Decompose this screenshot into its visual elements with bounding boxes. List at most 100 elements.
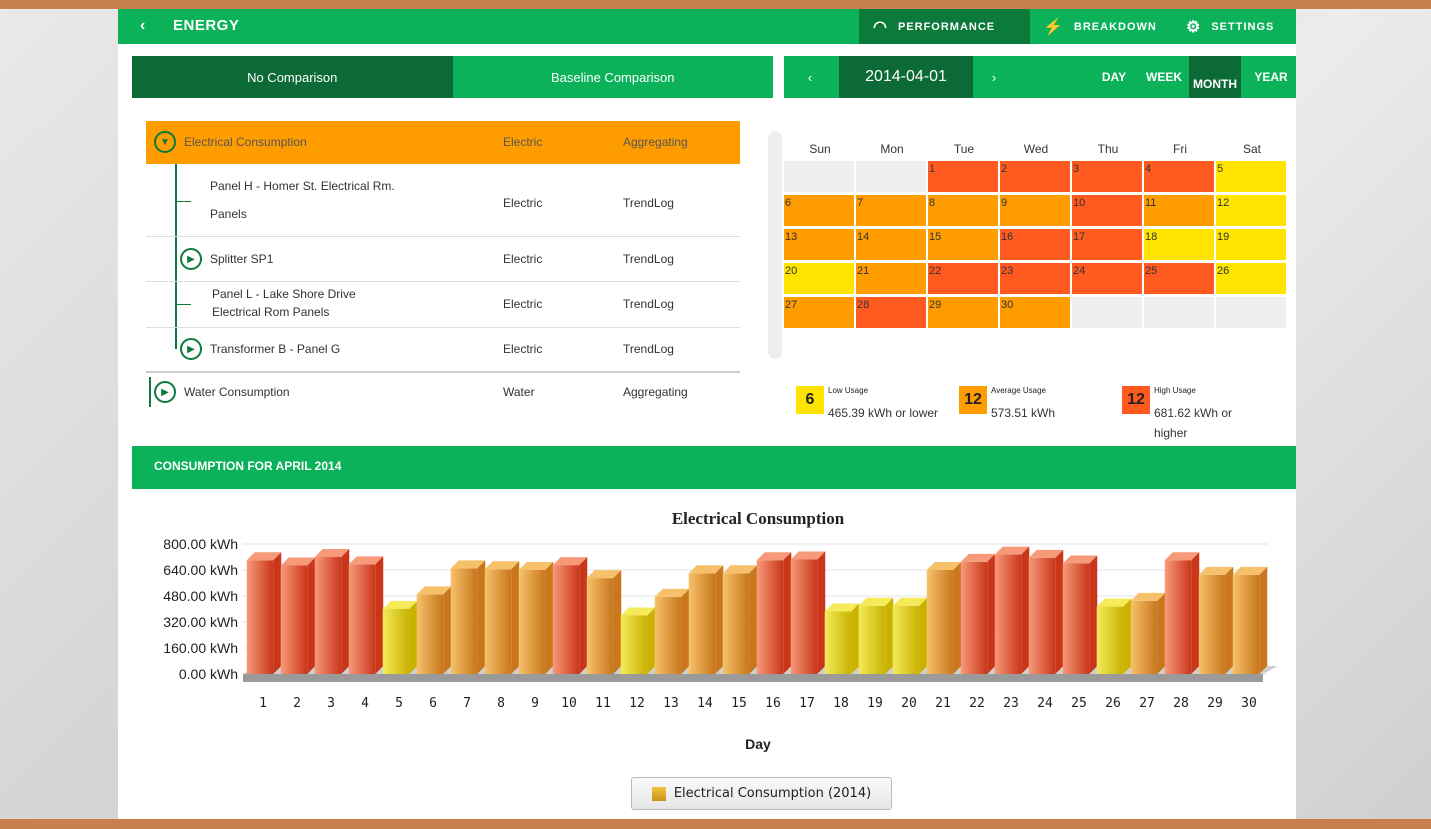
calendar-day[interactable]: 1 [928,161,998,192]
tree-row-panel-h[interactable]: Panel H - Homer St. Electrical Rm. Panel… [146,171,740,235]
calendar-day[interactable]: 6 [784,195,854,226]
x-tick-label: 1 [259,696,267,711]
calendar-day[interactable]: 16 [1000,229,1070,260]
expand-icon[interactable]: ▶ [180,248,202,270]
chart-bar-side [613,570,622,674]
chart-bar [280,565,308,674]
usage-count-badge: 12 [1122,386,1150,414]
chart-legend-item[interactable]: Electrical Consumption (2014) [631,777,892,810]
chart-bar-side [1259,566,1268,674]
prev-period-button[interactable]: ‹ [800,56,820,98]
tree-row-transformer[interactable]: ▶ Transformer B - Panel G Electric Trend… [146,328,740,371]
calendar-day[interactable]: 30 [1000,297,1070,328]
x-tick-label: 8 [497,696,505,711]
tab-breakdown[interactable]: ⚡ BREAKDOWN [1043,9,1157,44]
back-icon[interactable]: ‹ [140,17,145,35]
chart-bar [450,568,478,674]
tree-row-type: Electric [503,297,543,311]
tree-row-panel-l[interactable]: Panel L - Lake Shore Drive Electrical Ro… [146,282,740,327]
calendar-day[interactable]: 9 [1000,195,1070,226]
x-tick-label: 21 [935,696,951,711]
view-year-button[interactable]: YEAR [1249,56,1293,98]
calendar-day[interactable]: 27 [784,297,854,328]
expand-icon[interactable]: ▶ [180,338,202,360]
tree-connector [175,304,191,305]
tree-row-name: Electrical Consumption [184,135,307,149]
chart-bar [1130,600,1158,674]
tree-row-type: Electric [503,135,543,149]
calendar-day[interactable]: 11 [1144,195,1214,226]
chart-bar [756,560,784,674]
x-tick-label: 14 [697,696,713,711]
chart-bar-side [1021,546,1030,674]
view-day-button[interactable]: DAY [1097,56,1131,98]
y-tick-label: 800.00 kWh [163,536,238,552]
calendar-day[interactable]: 17 [1072,229,1142,260]
y-tick-label: 320.00 kWh [163,614,238,630]
calendar-day[interactable]: 18 [1144,229,1214,260]
chart-bar [1164,560,1192,674]
weekday-label: Tue [953,142,975,156]
tab-no-comparison[interactable]: No Comparison [132,56,453,98]
chart-bar-side [1055,549,1064,674]
calendar-day[interactable]: 12 [1216,195,1286,226]
calendar-day[interactable]: 19 [1216,229,1286,260]
tree-row-splitter[interactable]: ▶ Splitter SP1 Electric TrendLog [146,237,740,281]
chart-bar-side [341,549,350,674]
calendar-day[interactable]: 3 [1072,161,1142,192]
calendar-day[interactable]: 14 [856,229,926,260]
calendar-day[interactable]: 29 [928,297,998,328]
calendar-date[interactable]: 2014-04-01 [839,56,973,98]
x-tick-label: 17 [799,696,815,711]
tree-row-name: Water Consumption [184,385,290,399]
chart-bar [960,561,988,674]
calendar-day[interactable]: 4 [1144,161,1214,192]
calendar-day[interactable]: 2 [1000,161,1070,192]
calendar-day[interactable]: 8 [928,195,998,226]
y-tick-label: 0.00 kWh [179,666,238,682]
calendar-day[interactable]: 21 [856,263,926,294]
tab-performance[interactable]: ◠ PERFORMANCE [859,9,1030,44]
calendar-day[interactable]: 10 [1072,195,1142,226]
tree-row-water[interactable]: ▶ Water Consumption Water Aggregating [146,373,740,413]
view-month-button[interactable]: MONTH [1189,56,1241,98]
calendar-day[interactable]: 26 [1216,263,1286,294]
view-week-button[interactable]: WEEK [1142,56,1186,98]
x-tick-label: 25 [1071,696,1087,711]
x-tick-label: 9 [531,696,539,711]
chart-bar [586,578,614,674]
calendar-day[interactable]: 23 [1000,263,1070,294]
weekday-label: Mon [880,142,904,156]
chart-bar [382,609,410,674]
calendar-day[interactable]: 7 [856,195,926,226]
calendar-panel: ‹ 2014-04-01 › DAY WEEK MONTH YEAR Sun Mo… [784,56,1296,440]
chart-bar-side [783,552,792,674]
tab-baseline-comparison[interactable]: Baseline Comparison [452,56,773,98]
chart-bar-side [987,553,996,674]
calendar-empty-cell [1072,297,1142,328]
calendar-day[interactable]: 13 [784,229,854,260]
chart-bar-side [817,551,826,674]
calendar-day[interactable]: 15 [928,229,998,260]
chart-bar-side [409,601,418,674]
chart-bar [1062,563,1090,674]
calendar-empty-cell [1144,297,1214,328]
tree-scrollbar[interactable] [768,131,782,359]
chart-bar [484,569,512,674]
legend-swatch [651,786,666,801]
calendar-day[interactable]: 20 [784,263,854,294]
tree-row-electrical[interactable]: ▼ Electrical Consumption Electric Aggreg… [146,121,740,164]
calendar-day[interactable]: 24 [1072,263,1142,294]
chart-bar-side [545,562,554,674]
tab-settings[interactable]: ⚙ SETTINGS [1186,9,1274,44]
calendar-day[interactable]: 22 [928,263,998,294]
expand-icon[interactable]: ▶ [154,381,176,403]
calendar-day[interactable]: 25 [1144,263,1214,294]
y-tick-label: 160.00 kWh [163,640,238,656]
chart-bar [892,605,920,674]
calendar-day[interactable]: 28 [856,297,926,328]
calendar-day[interactable]: 5 [1216,161,1286,192]
next-period-button[interactable]: › [984,56,1004,98]
chart-bar [620,615,648,674]
collapse-icon[interactable]: ▼ [154,131,176,153]
